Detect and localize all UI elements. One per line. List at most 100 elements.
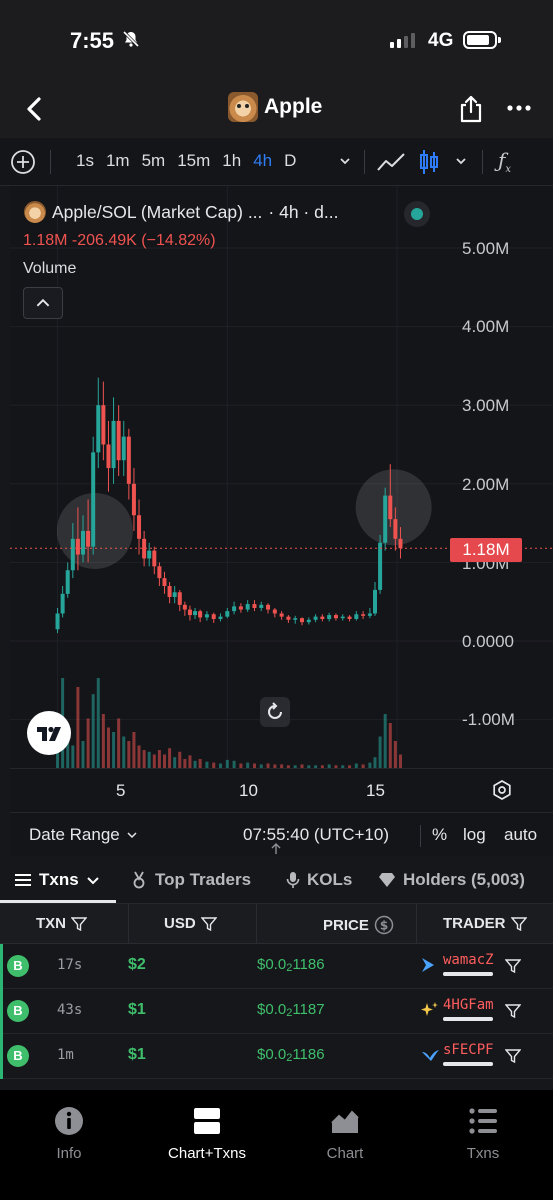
filter-icon[interactable] [505, 1003, 521, 1019]
txn-age: 43s [57, 1002, 83, 1018]
nav-chart-txns[interactable]: Chart+Txns [152, 1106, 262, 1162]
reset-chart-button[interactable] [260, 697, 290, 727]
volume-bar [373, 757, 377, 768]
timezone-clock[interactable]: 07:55:40 (UTC+10) [243, 825, 389, 845]
candlestick-icon[interactable] [418, 148, 440, 176]
interval-5m[interactable]: 5m [136, 151, 172, 171]
interval-1m[interactable]: 1m [100, 151, 136, 171]
candle-body [193, 611, 198, 616]
volume-bar [91, 694, 95, 768]
add-indicator-button[interactable] [10, 149, 36, 175]
interval-d[interactable]: D [278, 151, 302, 171]
price-main: $0.0 [257, 956, 287, 973]
txn-usd: $2 [128, 956, 146, 973]
volume-bar [162, 754, 166, 768]
tab-txns[interactable]: Txns [14, 870, 100, 890]
trader-address[interactable]: sFECPF [443, 1042, 494, 1058]
candle-body [232, 606, 237, 612]
chevron-down-icon[interactable] [454, 154, 468, 168]
log-toggle[interactable]: log [463, 825, 486, 845]
trader-header-label: TRADER [443, 915, 506, 932]
usd-header-label: USD [164, 915, 196, 932]
candle-body [279, 613, 284, 617]
chart-settings-icon[interactable] [491, 779, 513, 801]
tab-top-traders[interactable]: Top Traders [130, 870, 251, 890]
txn-column-header[interactable]: TXN [36, 915, 87, 932]
x-axis-label: 5 [116, 781, 126, 800]
chart-symbol: Apple/SOL (Market Cap) ... [52, 201, 263, 222]
candle-body [272, 609, 277, 614]
candle-body [238, 606, 243, 610]
nav-info[interactable]: Info [14, 1106, 124, 1162]
volume-bar [225, 759, 229, 768]
chart-legend: Apple/SOL (Market Cap) ... · 4h · d... [24, 201, 338, 223]
market-status-dot [404, 201, 430, 227]
share-button[interactable] [457, 94, 485, 124]
interval-15m[interactable]: 15m [171, 151, 216, 171]
price-tail: 1186 [292, 1046, 325, 1063]
tab-txns-label: Txns [39, 870, 79, 889]
interval-1s[interactable]: 1s [70, 151, 100, 171]
buy-badge: B [7, 955, 29, 977]
volume-bar [378, 736, 382, 768]
interval-4h[interactable]: 4h [247, 151, 278, 171]
price-column-header[interactable]: PRICE $ [323, 915, 394, 935]
volume-bar [86, 718, 90, 768]
table-row[interactable]: B 17s $2 $0.021186 wamacZ [0, 944, 553, 989]
trader-holding-bar [443, 1062, 493, 1066]
filter-icon[interactable] [505, 1048, 521, 1064]
volume-bar [117, 718, 121, 768]
chevron-down-icon[interactable] [338, 154, 352, 168]
volume-bar [81, 741, 85, 768]
nav-chart[interactable]: Chart [290, 1106, 400, 1162]
token-avatar [228, 92, 258, 122]
interval-1h[interactable]: 1h [216, 151, 247, 171]
volume-bar [152, 754, 156, 768]
tab-kols[interactable]: KOLs [286, 870, 352, 890]
nav-txns[interactable]: Txns [428, 1106, 538, 1162]
txn-age: 1m [57, 1047, 74, 1063]
volume-bar [178, 751, 182, 768]
trader-address[interactable]: wamacZ [443, 952, 494, 968]
candle-body [398, 538, 403, 549]
indicators-fx-icon[interactable]: ƒx [498, 148, 511, 175]
header-divider [256, 904, 257, 944]
volume-bar [127, 741, 131, 768]
auto-toggle[interactable]: auto [504, 825, 537, 845]
area-chart-icon [331, 1110, 359, 1133]
candle-body [218, 616, 223, 619]
candle-body [167, 585, 172, 597]
page-title: Apple [264, 95, 323, 118]
filter-icon[interactable] [505, 958, 521, 974]
candle-body [286, 616, 291, 620]
volume-bar [106, 727, 110, 768]
candle-body [388, 495, 393, 520]
date-range-button[interactable]: Date Range [29, 825, 138, 845]
candle-body [211, 614, 216, 619]
price-change: 1.18M -206.49K (−14.82%) [23, 232, 216, 249]
candle-body [340, 616, 345, 619]
tab-holders[interactable]: Holders (5,003) [378, 870, 525, 890]
back-button[interactable] [20, 94, 50, 124]
txn-price: $0.021186 [257, 1046, 325, 1064]
price-chart[interactable]: Apple/SOL (Market Cap) ... · 4h · d... 1… [10, 186, 553, 768]
trader-address[interactable]: 4HGFam [443, 997, 494, 1013]
percent-toggle[interactable]: % [432, 825, 447, 845]
filter-icon [71, 916, 87, 931]
collapse-legend-button[interactable] [23, 287, 63, 319]
line-chart-icon[interactable] [376, 150, 406, 174]
volume-bar [157, 750, 161, 768]
table-row[interactable]: B 43s $1 $0.021187 4HGFam [0, 989, 553, 1034]
usd-column-header[interactable]: USD [164, 915, 217, 932]
volume-bar [198, 759, 202, 768]
more-button[interactable] [506, 98, 532, 118]
y-axis-label: 4.00M [462, 317, 510, 336]
tab-holders-label: Holders (5,003) [403, 870, 525, 889]
trader-column-header[interactable]: TRADER [443, 915, 527, 932]
buy-badge: B [7, 1000, 29, 1022]
candle-body [300, 618, 304, 623]
microphone-icon [286, 872, 300, 888]
toolbar-divider [50, 150, 51, 174]
table-row[interactable]: B 1m $1 $0.021186 sFECPF [0, 1034, 553, 1079]
bell-off-icon [122, 30, 140, 48]
